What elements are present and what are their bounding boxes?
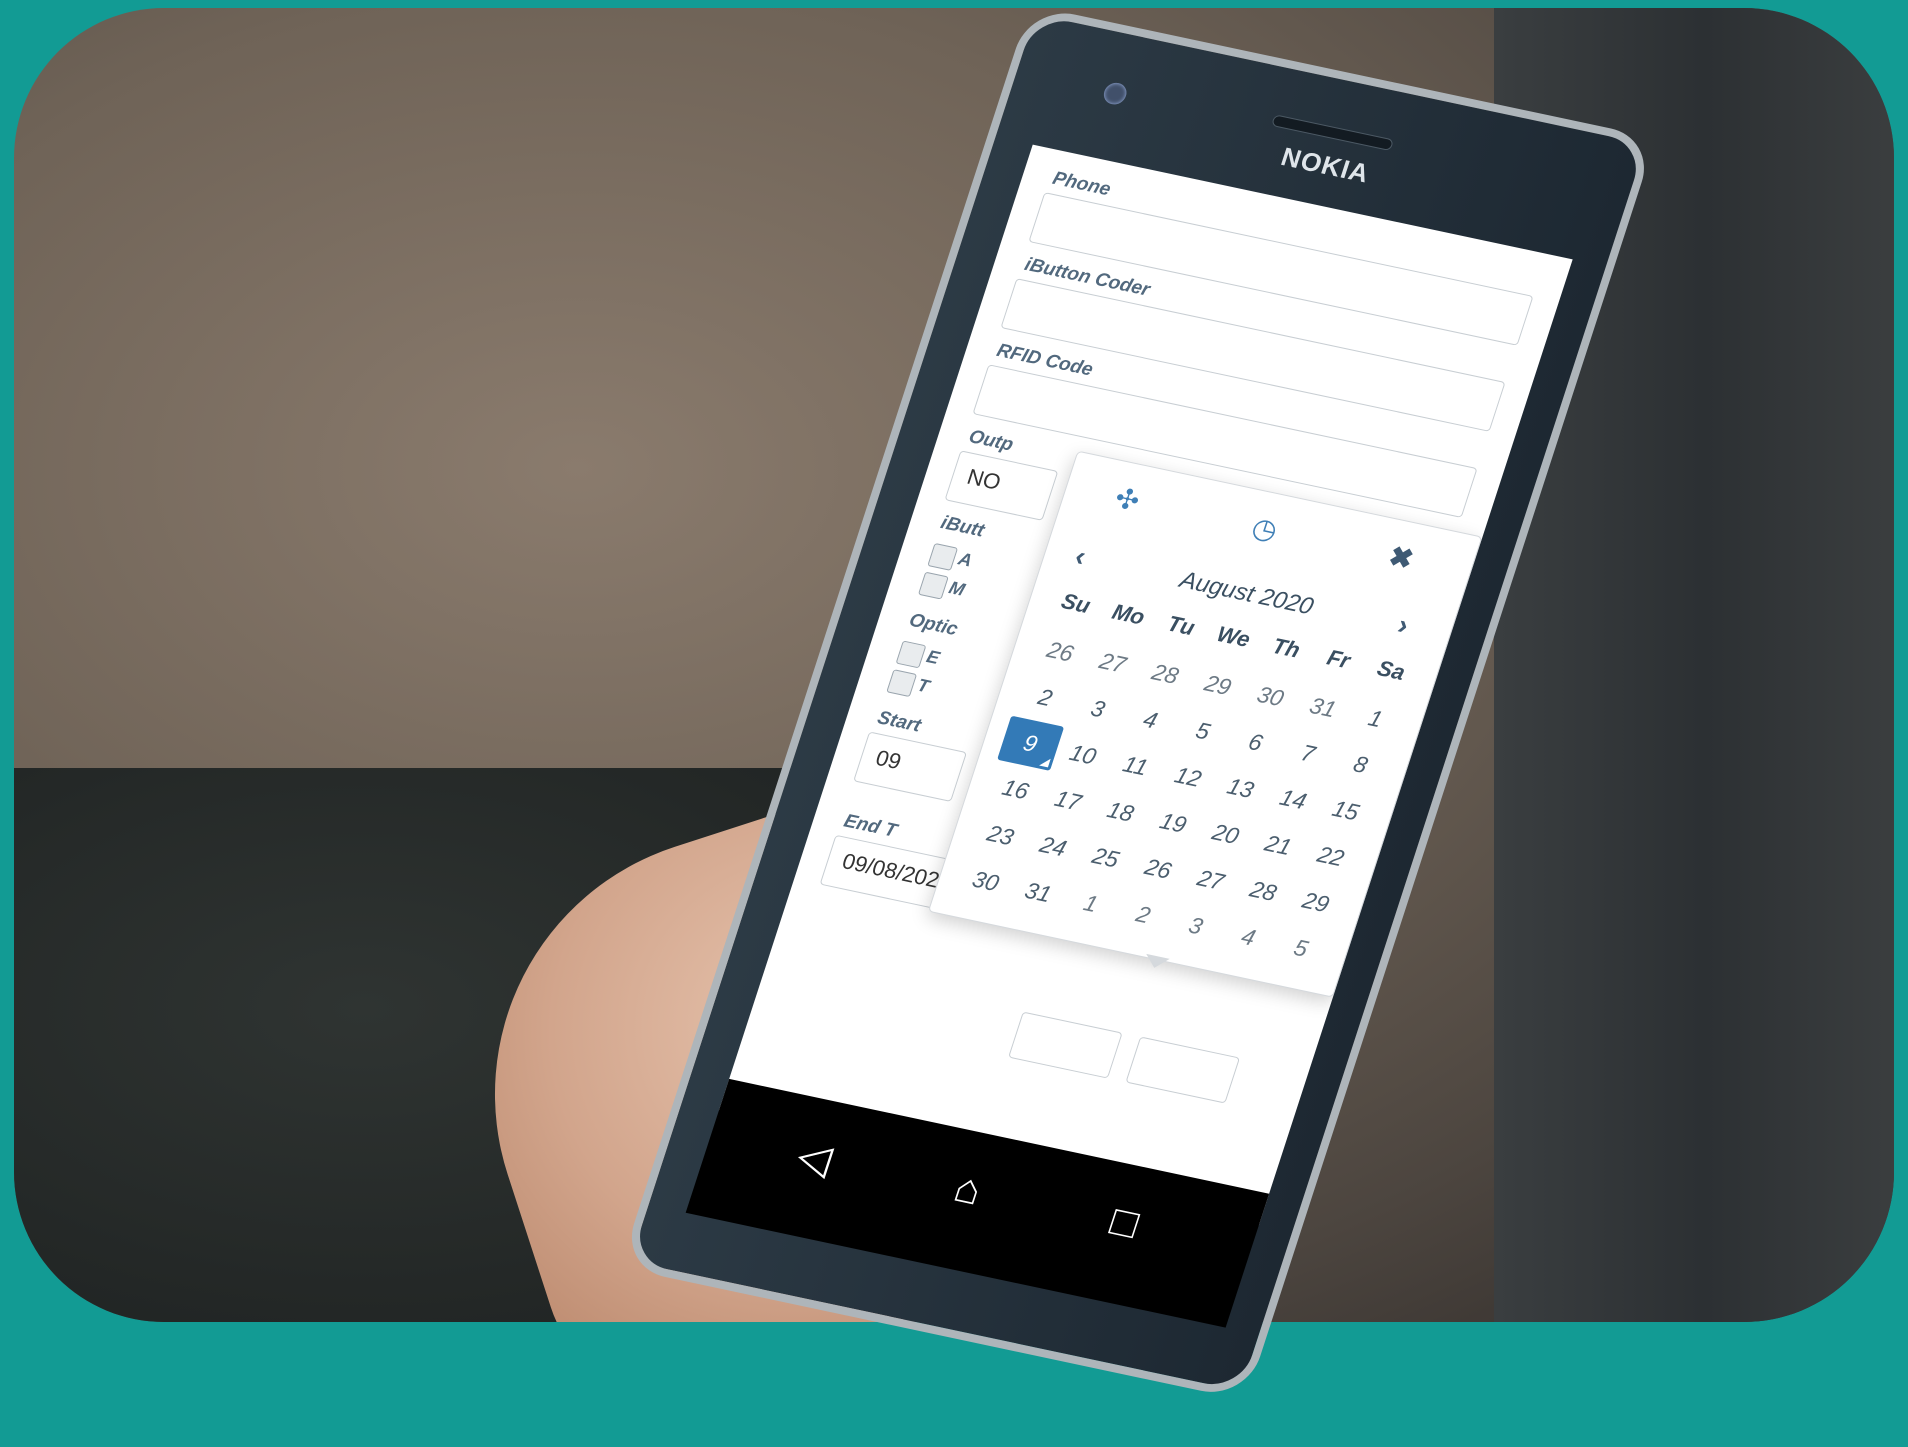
options-option-1: E [924, 646, 943, 668]
form-button-1[interactable] [1008, 1011, 1123, 1079]
form-button-2[interactable] [1125, 1036, 1241, 1104]
weekday-label: Sa [1374, 655, 1409, 685]
close-icon[interactable]: ✖ [1385, 540, 1418, 576]
weekday-label: Tu [1164, 610, 1198, 641]
home-icon[interactable]: ⌂ [948, 1163, 988, 1214]
options-checkbox-1[interactable] [895, 640, 927, 669]
options-option-2: T [914, 674, 932, 697]
chevron-right-icon[interactable]: › [1394, 609, 1413, 642]
weekday-label: We [1213, 621, 1254, 652]
date-picker: ✣ ◷ ✖ ‹ August 2020 › Su Mo Tu We Th Fr … [927, 450, 1483, 998]
ibutton-option-1: A [955, 548, 975, 571]
camera-icon [1101, 80, 1130, 107]
ibutton-option-2: M [946, 577, 968, 600]
start-time-input[interactable]: 09 [853, 731, 968, 802]
recent-apps-icon[interactable]: □ [1105, 1197, 1144, 1248]
ibutton-checkbox-2[interactable] [917, 571, 949, 600]
back-icon[interactable]: ◁ [791, 1130, 838, 1184]
start-time-label: Start [874, 707, 924, 737]
ibutton-label: iButt [938, 512, 987, 542]
ibutton-checkbox-1[interactable] [927, 542, 959, 571]
phone-brand: NOKIA [1277, 141, 1374, 189]
output-label: Outp [966, 426, 1016, 456]
output-select[interactable]: NO [944, 450, 1059, 521]
weekday-label: Mo [1109, 599, 1148, 630]
weekday-label: Su [1058, 588, 1094, 619]
options-label: Optic [906, 609, 961, 641]
weekday-label: Th [1269, 633, 1304, 663]
clock-icon[interactable]: ◷ [1248, 510, 1282, 547]
chevron-left-icon[interactable]: ‹ [1071, 540, 1090, 573]
options-checkbox-2[interactable] [886, 669, 918, 698]
weekday-label: Fr [1324, 644, 1354, 674]
crosshair-icon[interactable]: ✣ [1111, 481, 1144, 517]
